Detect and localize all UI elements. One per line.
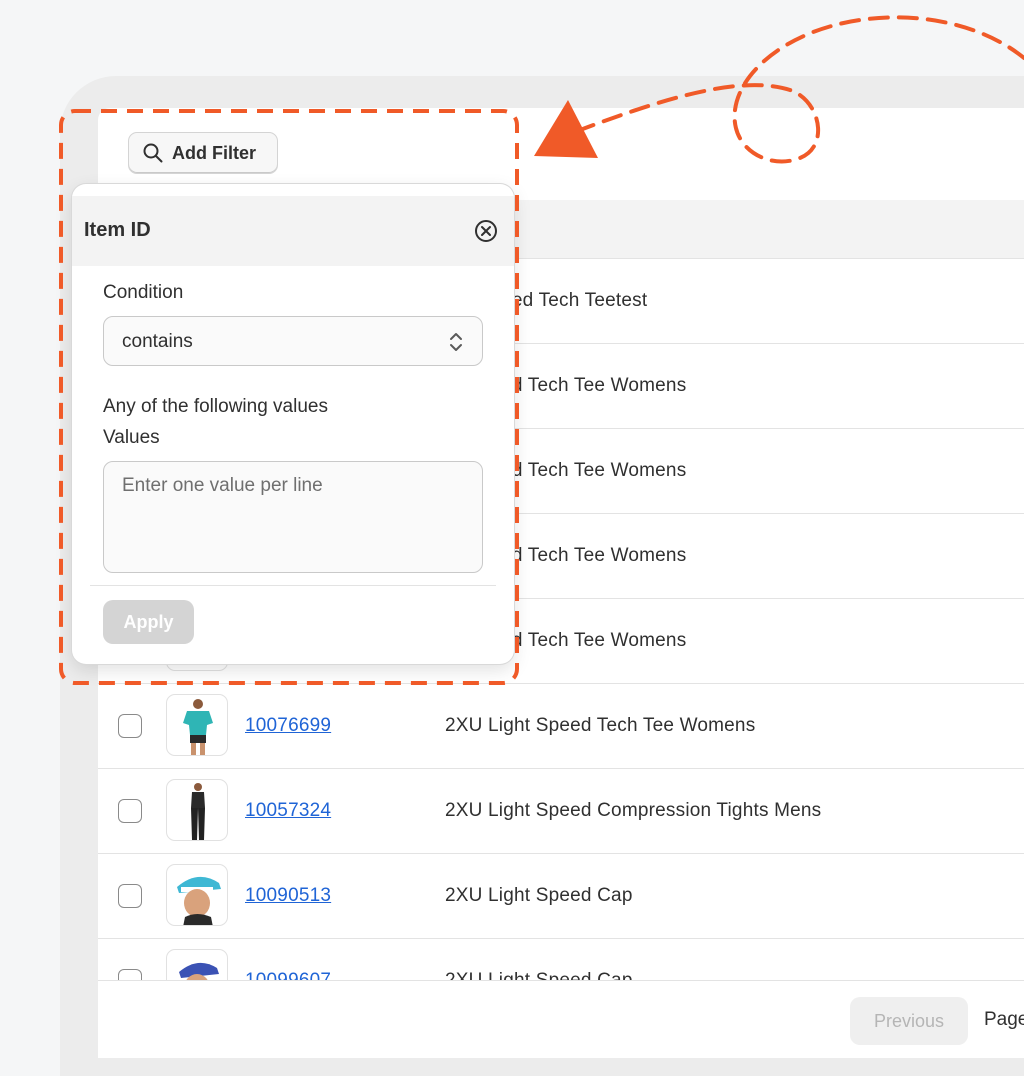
annotation-overlay bbox=[59, 15, 1024, 685]
annotation-arrow-path bbox=[578, 15, 1024, 164]
highlight-dashed-frame bbox=[59, 109, 519, 685]
